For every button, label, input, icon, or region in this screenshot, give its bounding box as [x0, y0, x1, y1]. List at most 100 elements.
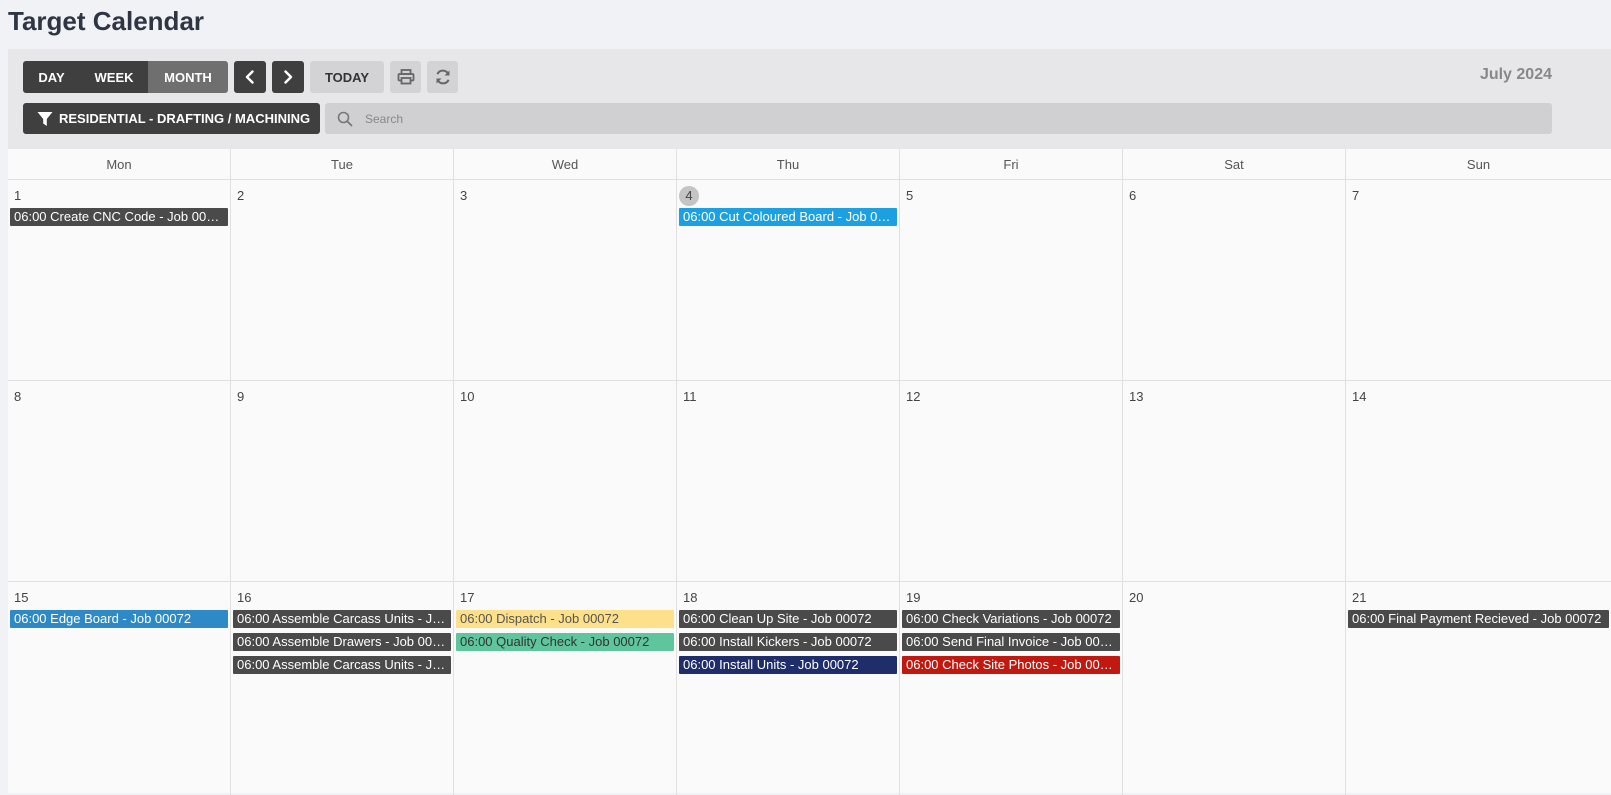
- today-button[interactable]: TODAY: [310, 61, 384, 93]
- calendar-event[interactable]: 06:00 Clean Up Site - Job 00072: [679, 610, 897, 628]
- month-calendar: Mon Tue Wed Thu Fri Sat Sun 1 06:00 Creat…: [8, 149, 1611, 795]
- weekday-header-cell: Tue: [231, 149, 454, 179]
- day-number[interactable]: 18: [681, 588, 699, 608]
- day-cell[interactable]: 6: [1123, 180, 1346, 380]
- calendar-event[interactable]: 06:00 Assemble Carcass Units - Job 00072: [233, 656, 451, 674]
- filter-label: RESIDENTIAL - DRAFTING / MACHINING: [59, 111, 311, 126]
- day-cell[interactable]: 17 06:00 Dispatch - Job 00072 06:00 Qualit…: [454, 582, 677, 795]
- calendar-event[interactable]: 06:00 Cut Coloured Board - Job 00072: [679, 208, 897, 226]
- weekday-header-cell: Sat: [1123, 149, 1346, 179]
- next-button[interactable]: [272, 61, 304, 93]
- weekday-header-cell: Thu: [677, 149, 900, 179]
- day-cell[interactable]: 1 06:00 Create CNC Code - Job 00072: [8, 180, 231, 380]
- day-cell[interactable]: 12: [900, 381, 1123, 581]
- day-cell[interactable]: 21 06:00 Final Payment Recieved - Job 000…: [1346, 582, 1611, 795]
- event-list: 06:00 Edge Board - Job 00072: [8, 610, 230, 628]
- day-cell[interactable]: 13: [1123, 381, 1346, 581]
- day-cell[interactable]: 18 06:00 Clean Up Site - Job 00072 06:00 I…: [677, 582, 900, 795]
- day-cell[interactable]: 15 06:00 Edge Board - Job 00072: [8, 582, 231, 795]
- filter-icon: [37, 111, 53, 126]
- calendar-event[interactable]: 06:00 Final Payment Recieved - Job 00072: [1348, 610, 1609, 628]
- refresh-button[interactable]: [427, 61, 458, 93]
- day-number[interactable]: 17: [458, 588, 476, 608]
- weekday-header-cell: Fri: [900, 149, 1123, 179]
- day-cell[interactable]: 19 06:00 Check Variations - Job 00072 06:0…: [900, 582, 1123, 795]
- day-number[interactable]: 9: [235, 387, 246, 407]
- calendar-event[interactable]: 06:00 Check Site Photos - Job 00072: [902, 656, 1120, 674]
- day-cell[interactable]: 1606:00 Assemble Carcass Units - Job 000…: [231, 582, 454, 795]
- print-button[interactable]: [390, 61, 421, 93]
- chevron-right-icon: [284, 70, 293, 84]
- calendar-event[interactable]: 06:00 Edge Board - Job 00072: [10, 610, 228, 628]
- day-number[interactable]: 6: [1127, 186, 1138, 206]
- weekday-header-cell: Mon: [8, 149, 231, 179]
- print-icon: [397, 69, 414, 85]
- day-number[interactable]: 13: [1127, 387, 1145, 407]
- calendar-grid: 1 06:00 Create CNC Code - Job 00072 2 3 4 06:…: [8, 180, 1611, 795]
- day-number[interactable]: 2: [235, 186, 246, 206]
- day-number[interactable]: 7: [1350, 186, 1361, 206]
- week-row: 8 9 10 11 12 13 14: [8, 381, 1611, 582]
- day-number[interactable]: 5: [904, 186, 915, 206]
- day-number[interactable]: 11: [681, 387, 699, 407]
- day-cell[interactable]: 3: [454, 180, 677, 380]
- weekday-header: Mon Tue Wed Thu Fri Sat Sun: [8, 149, 1611, 180]
- day-cell[interactable]: 4 06:00 Cut Coloured Board - Job 00072: [677, 180, 900, 380]
- event-list: 06:00 Clean Up Site - Job 00072 06:00 Ins…: [677, 610, 899, 674]
- toolbar: DAY WEEK MONTH TODAY: [23, 61, 458, 93]
- calendar-event[interactable]: 06:00 Install Units - Job 00072: [679, 656, 897, 674]
- day-number[interactable]: 21: [1350, 588, 1368, 608]
- event-list: 06:00 Cut Coloured Board - Job 00072: [677, 208, 899, 226]
- day-number[interactable]: 14: [1350, 387, 1368, 407]
- event-list: 06:00 Dispatch - Job 00072 06:00 Quality …: [454, 610, 676, 651]
- search-bar: [325, 103, 1552, 134]
- day-number[interactable]: 19: [904, 588, 922, 608]
- current-month-title: July 2024: [1479, 66, 1552, 83]
- calendar-event[interactable]: 06:00 Assemble Carcass Units - Job 00072: [233, 610, 451, 628]
- day-cell[interactable]: 7: [1346, 180, 1611, 380]
- day-cell[interactable]: 9: [231, 381, 454, 581]
- event-list: 06:00 Final Payment Recieved - Job 00072: [1346, 610, 1611, 628]
- day-number[interactable]: 8: [12, 387, 23, 407]
- day-cell[interactable]: 2: [231, 180, 454, 380]
- month-view-button[interactable]: MONTH: [148, 61, 228, 93]
- weekday-header-cell: Wed: [454, 149, 677, 179]
- day-number[interactable]: 20: [1127, 588, 1145, 608]
- refresh-icon: [435, 69, 450, 85]
- calendar-event[interactable]: 06:00 Create CNC Code - Job 00072: [10, 208, 228, 226]
- day-number[interactable]: 3: [458, 186, 469, 206]
- week-row: 1 06:00 Create CNC Code - Job 00072 2 3 4 06:…: [8, 180, 1611, 381]
- chevron-left-icon: [245, 70, 254, 84]
- view-switcher: DAY WEEK MONTH: [23, 61, 228, 93]
- page-title: Target Calendar: [8, 6, 205, 36]
- event-list: 06:00 Assemble Carcass Units - Job 00072…: [231, 610, 453, 674]
- day-cell[interactable]: 5: [900, 180, 1123, 380]
- calendar-event[interactable]: 06:00 Send Final Invoice - Job 00072: [902, 633, 1120, 651]
- search-input[interactable]: [363, 110, 1467, 127]
- search-icon: [337, 111, 353, 126]
- calendar-event[interactable]: 06:00 Assemble Drawers - Job 00072: [233, 633, 451, 651]
- weekday-header-cell: Sun: [1466, 156, 1491, 172]
- day-number[interactable]: 1: [12, 186, 23, 206]
- calendar-event[interactable]: 06:00 Check Variations - Job 00072: [902, 610, 1120, 628]
- day-cell[interactable]: 20: [1123, 582, 1346, 795]
- day-number[interactable]: 10: [458, 387, 476, 407]
- calendar-event[interactable]: 06:00 Install Kickers - Job 00072: [679, 633, 897, 651]
- day-cell[interactable]: 14: [1346, 381, 1611, 581]
- calendar-event[interactable]: 06:00 Dispatch - Job 00072: [456, 610, 674, 628]
- day-cell[interactable]: 10: [454, 381, 677, 581]
- week-row: 15 06:00 Edge Board - Job 00072 16 06:00 As…: [8, 582, 1611, 795]
- prev-button[interactable]: [234, 61, 266, 93]
- day-number[interactable]: 12: [904, 387, 922, 407]
- filter-button[interactable]: RESIDENTIAL - DRAFTING / MACHINING: [23, 103, 320, 134]
- day-cell[interactable]: 8: [8, 381, 231, 581]
- calendar-event[interactable]: 06:00 Quality Check - Job 00072: [456, 633, 674, 651]
- event-list: 06:00 Check Variations - Job 00072 06:00 …: [900, 610, 1122, 674]
- day-view-button[interactable]: DAY: [23, 61, 80, 93]
- event-list: 06:00 Create CNC Code - Job 00072: [8, 208, 230, 226]
- day-cell[interactable]: 11: [677, 381, 900, 581]
- day-number[interactable]: 16: [235, 588, 253, 608]
- today-day-number[interactable]: 4: [679, 186, 699, 206]
- week-view-button[interactable]: WEEK: [80, 61, 148, 93]
- day-number[interactable]: 15: [12, 588, 30, 608]
